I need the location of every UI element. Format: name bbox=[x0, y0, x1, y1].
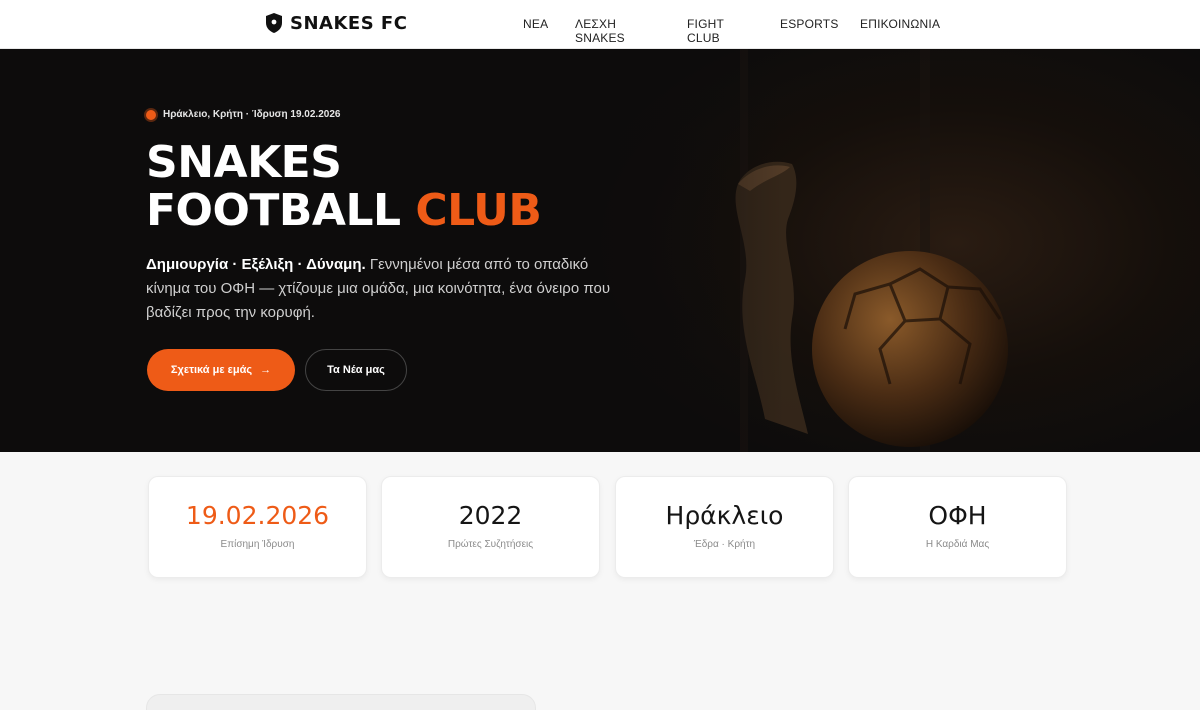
stat-card-first-talks: 2022 Πρώτες Συζητήσεις bbox=[381, 476, 600, 578]
our-news-button-label: Τα Νέα μας bbox=[327, 364, 385, 376]
about-us-button[interactable]: Σχετικά με εμάς → bbox=[147, 349, 295, 391]
hero-lead-bold: Δημιουργία · Εξέλιξη · Δύναμη. bbox=[146, 256, 366, 273]
stat-value: 19.02.2026 bbox=[185, 501, 330, 530]
stat-value: Ηράκλειο bbox=[665, 501, 784, 530]
stat-label: Η Καρδιά Μας bbox=[925, 539, 990, 550]
stat-value: 2022 bbox=[458, 501, 523, 530]
live-dot-icon bbox=[146, 109, 156, 120]
nav-item-news[interactable]: ΝΕΑ bbox=[523, 17, 548, 31]
stat-label: Πρώτες Συζητήσεις bbox=[447, 539, 534, 550]
nav-item-esports[interactable]: ESPORTS bbox=[780, 17, 839, 31]
stat-card-base: Ηράκλειο Έδρα · Κρήτη bbox=[615, 476, 834, 578]
hero-section: Ηράκλειο, Κρήτη · Ίδρυση 19.02.2026 SNAK… bbox=[0, 49, 1200, 452]
stat-card-heart: ΟΦΗ Η Καρδιά Μας bbox=[848, 476, 1067, 578]
about-us-button-label: Σχετικά με εμάς bbox=[170, 364, 253, 376]
next-section-card-edge bbox=[146, 694, 536, 710]
stat-label: Έδρα · Κρήτη bbox=[693, 539, 756, 550]
brand-logo-link[interactable]: SNAKES FC bbox=[264, 12, 407, 34]
hero-title-line2: FOOTBALL bbox=[146, 185, 401, 236]
brand-name: SNAKES FC bbox=[290, 12, 408, 34]
stat-card-founding: 19.02.2026 Επίσημη Ίδρυση bbox=[148, 476, 367, 578]
nav-item-snakes-club[interactable]: ΛΕΣΧΗ SNAKES bbox=[575, 17, 625, 45]
hero-snake-ball-image bbox=[560, 49, 1200, 452]
arrow-right-icon: → bbox=[260, 364, 272, 376]
shield-icon bbox=[266, 13, 282, 33]
hero-title: SNAKES FOOTBALL CLUB bbox=[146, 137, 542, 236]
hero-kicker-text: Ηράκλειο, Κρήτη · Ίδρυση 19.02.2026 bbox=[163, 109, 341, 120]
nav-item-contact[interactable]: ΕΠΙΚΟΙΝΩΝΙΑ bbox=[860, 17, 940, 31]
nav-item-fight-club[interactable]: FIGHT CLUB bbox=[687, 17, 724, 45]
stat-value: ΟΦΗ bbox=[928, 501, 987, 530]
stat-label: Επίσημη Ίδρυση bbox=[220, 539, 295, 550]
hero-location-kicker: Ηράκλειο, Κρήτη · Ίδρυση 19.02.2026 bbox=[146, 109, 340, 120]
hero-title-line1: SNAKES bbox=[146, 137, 342, 188]
hero-title-accent: CLUB bbox=[415, 185, 542, 236]
top-navbar: SNAKES FC ΝΕΑ ΛΕΣΧΗ SNAKES FIGHT CLUB ES… bbox=[0, 0, 1200, 49]
hero-lead: Δημιουργία · Εξέλιξη · Δύναμη. Γεννημένο… bbox=[146, 253, 636, 325]
our-news-button[interactable]: Τα Νέα μας bbox=[305, 349, 407, 391]
